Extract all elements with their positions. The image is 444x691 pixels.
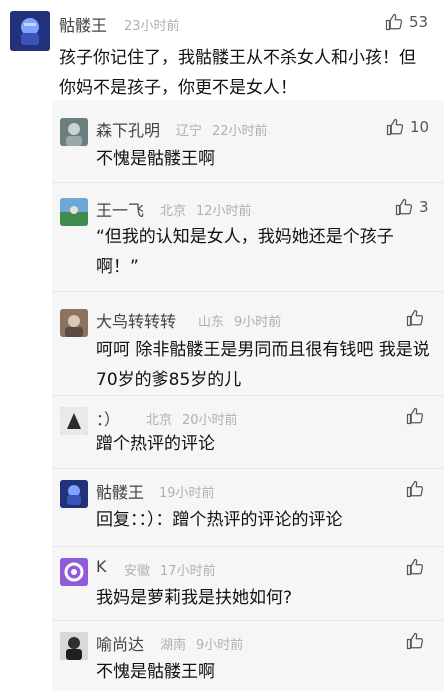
reply-text: 回复：：）：蹭个热评的评论的评论	[96, 510, 343, 530]
reply-location: 湖南	[160, 638, 187, 653]
avatar[interactable]	[60, 309, 88, 337]
reply-text: 蹭个热评的评论	[96, 434, 215, 454]
reply-time: 12小时前	[196, 204, 252, 219]
reply-time: 17小时前	[160, 564, 216, 579]
user-avatar-icon	[60, 198, 88, 226]
thumbs-up-icon	[406, 309, 424, 327]
divider	[52, 395, 444, 396]
reply-location: 辽宁	[176, 124, 203, 139]
like-button[interactable]: 53	[385, 13, 428, 31]
like-button[interactable]	[406, 407, 424, 425]
skeleton-king-avatar-icon	[10, 11, 50, 51]
reply-author[interactable]: 喻尚达	[96, 631, 144, 655]
reply-location: 山东	[198, 315, 225, 330]
comment-time: 23小时前	[124, 19, 180, 34]
reply-location: 北京	[146, 413, 173, 428]
replies-panel: 森下孔明 辽宁 22小时前 10 不愧是骷髅王啊 王一飞 北京 12小时前 3 …	[52, 100, 444, 691]
like-button[interactable]	[406, 480, 424, 498]
reply-location: 北京	[160, 204, 187, 219]
avatar[interactable]	[60, 632, 88, 660]
reply-time: 9小时前	[196, 638, 244, 653]
avatar[interactable]	[60, 118, 88, 146]
divider	[52, 182, 444, 183]
thumbs-up-icon	[406, 558, 424, 576]
reply-text: 我妈是萝莉我是扶她如何?	[96, 588, 293, 608]
reply-text: 不愧是骷髅王啊	[96, 149, 215, 169]
user-avatar-icon	[60, 407, 88, 435]
skeleton-king-avatar-icon	[60, 480, 88, 508]
reply-time: 19小时前	[159, 486, 215, 501]
reply-author[interactable]: ：）	[96, 406, 120, 430]
divider	[52, 546, 444, 547]
comment-text: 孩子你记住了，我骷髅王从不杀女人和小孩！但你妈不是孩子，你更不是女人！	[59, 48, 416, 98]
user-avatar-icon	[60, 309, 88, 337]
like-count: 10	[410, 118, 430, 136]
divider	[52, 468, 444, 469]
like-button[interactable]: 10	[386, 118, 429, 136]
avatar[interactable]	[10, 11, 50, 51]
thumbs-up-icon	[406, 480, 424, 498]
divider	[52, 620, 444, 621]
reply-text: 不愧是骷髅王啊	[96, 662, 215, 682]
reply-time: 9小时前	[234, 315, 282, 330]
thumbs-up-icon	[385, 13, 403, 31]
reply-author[interactable]: 森下孔明	[96, 117, 160, 141]
like-count: 3	[419, 198, 429, 216]
thumbs-up-icon	[395, 198, 413, 216]
thumbs-up-icon	[406, 407, 424, 425]
user-avatar-icon	[60, 632, 88, 660]
avatar[interactable]	[60, 198, 88, 226]
comment-author[interactable]: 骷髅王	[59, 12, 107, 36]
like-button[interactable]: 3	[395, 198, 429, 216]
like-count: 53	[409, 13, 429, 31]
thumbs-up-icon	[386, 118, 404, 136]
avatar[interactable]	[60, 558, 88, 586]
reply-text: 呵呵 除非骷髅王是男同而且很有钱吧 我是说70岁的爹85岁的儿	[96, 340, 430, 390]
reply-author[interactable]: 王一飞	[96, 197, 144, 221]
user-avatar-icon	[60, 118, 88, 146]
like-button[interactable]	[406, 309, 424, 327]
reply-author[interactable]: K	[96, 557, 107, 576]
main-comment: 骷髅王 23小时前 53 孩子你记住了，我骷髅王从不杀女人和小孩！但你妈不是孩子…	[0, 0, 444, 100]
reply-author[interactable]: 骷髅王	[96, 479, 144, 503]
divider	[52, 291, 444, 292]
reply-author[interactable]: 大鸟转转转	[96, 308, 176, 332]
thumbs-up-icon	[406, 632, 424, 650]
reply-location: 安徽	[124, 564, 151, 579]
avatar[interactable]	[60, 480, 88, 508]
reply-text: “但我的认知是女人，我妈她还是个孩子啊！”	[96, 227, 394, 277]
like-button[interactable]	[406, 558, 424, 576]
avatar[interactable]	[60, 407, 88, 435]
reply-time: 22小时前	[212, 124, 268, 139]
like-button[interactable]	[406, 632, 424, 650]
circle-dot-icon	[60, 558, 88, 586]
reply-time: 20小时前	[182, 413, 238, 428]
